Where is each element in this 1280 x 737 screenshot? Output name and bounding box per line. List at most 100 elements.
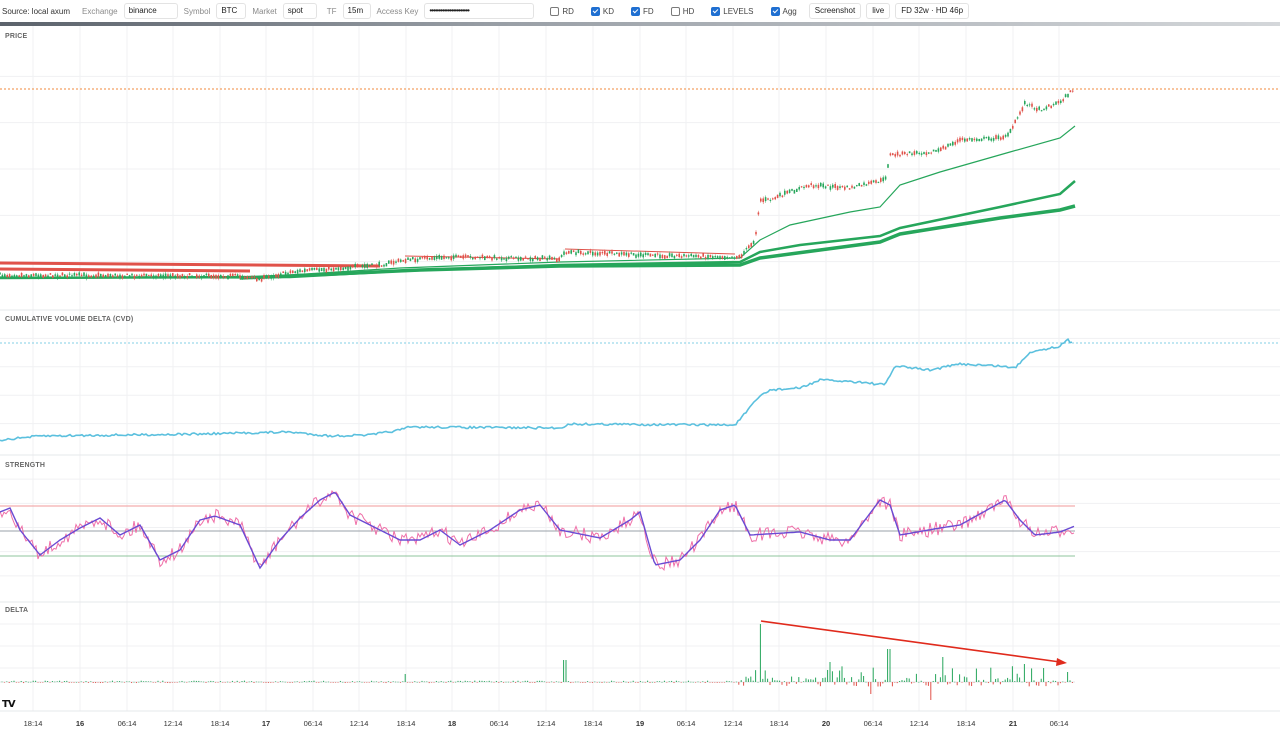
price-candle	[172, 273, 174, 277]
delta-bar	[392, 681, 394, 682]
price-candle	[577, 249, 580, 254]
price-candle	[217, 275, 220, 279]
price-candle	[392, 260, 395, 265]
chart-canvas[interactable]: 18:14 16 06:14 12:14 18:14 17 06:14 12:14 18:14 1…	[0, 26, 1280, 737]
toggle-agg[interactable]: Agg	[770, 6, 797, 16]
delta-bar	[503, 682, 505, 683]
price-candle	[599, 251, 601, 256]
price-candle	[193, 276, 196, 278]
price-candle	[1069, 90, 1072, 93]
price-candle	[1026, 104, 1028, 107]
exchange-input[interactable]: binance	[123, 3, 178, 19]
delta-bar	[255, 681, 257, 683]
price-candle	[954, 141, 956, 145]
delta-bar	[421, 680, 423, 682]
delta-bar	[815, 677, 817, 682]
delta-bar	[954, 681, 956, 683]
price-candle	[385, 263, 388, 267]
time-axis-label: 06:14	[490, 719, 509, 728]
delta-bar	[865, 681, 867, 683]
price-candle	[40, 274, 42, 277]
price-candle	[409, 258, 412, 261]
price-candle	[1052, 103, 1055, 106]
delta-panel[interactable]	[0, 620, 1075, 700]
screenshot-button[interactable]: Screenshot	[808, 3, 862, 19]
delta-bar	[920, 680, 922, 682]
delta-bar	[584, 682, 586, 683]
price-candle	[18, 275, 20, 277]
price-candle	[412, 257, 414, 260]
delta-bar	[599, 681, 601, 683]
delta-bar	[687, 680, 689, 682]
price-candle	[810, 183, 812, 186]
delta-bar	[925, 682, 927, 686]
live-button[interactable]: live	[866, 3, 891, 19]
price-candle	[601, 251, 604, 254]
timeframe-input[interactable]: 15m	[342, 3, 371, 19]
price-candle	[320, 267, 323, 272]
delta-bar	[721, 682, 723, 683]
toggle-kd[interactable]: KD	[590, 6, 614, 16]
price-candle	[450, 256, 452, 261]
price-candle	[697, 254, 700, 258]
delta-bar	[896, 682, 898, 684]
price-candle	[510, 256, 512, 258]
price-candle	[884, 176, 887, 180]
symbol-input[interactable]: BTC	[216, 3, 247, 19]
price-candle	[846, 185, 848, 188]
delta-bar	[277, 682, 279, 683]
price-candle	[428, 258, 431, 260]
delta-bar	[867, 682, 869, 687]
delta-bar	[630, 681, 632, 683]
delta-bar	[395, 681, 397, 683]
price-candle	[486, 255, 488, 258]
price-candle	[983, 136, 985, 139]
market-input[interactable]: spot	[282, 3, 317, 19]
price-candle	[467, 255, 469, 258]
delta-bar	[450, 680, 452, 682]
toggle-levels[interactable]: LEVELS	[711, 6, 754, 16]
toggle-hd[interactable]: HD	[670, 6, 694, 16]
price-candle	[587, 251, 589, 255]
toggle-rd[interactable]: RD	[550, 6, 574, 16]
delta-bar	[704, 682, 706, 684]
price-candle	[613, 253, 616, 255]
price-candle	[244, 277, 246, 279]
price-candle	[726, 256, 728, 259]
delta-bar	[294, 681, 296, 683]
price-candle	[508, 256, 510, 259]
delta-bar	[985, 681, 987, 683]
delta-bar	[1016, 673, 1018, 682]
price-candle	[356, 264, 359, 267]
price-candle	[155, 275, 157, 279]
delta-bar	[990, 667, 992, 682]
price-candle	[556, 258, 558, 263]
delta-bar	[462, 681, 464, 683]
delta-bar	[135, 682, 137, 684]
delta-bar	[1055, 680, 1057, 682]
price-candle	[971, 138, 973, 142]
delta-bar	[577, 681, 579, 683]
access-key-input[interactable]: ••••••••••••••••••••••	[424, 3, 535, 19]
price-candle	[236, 274, 239, 278]
price-candle	[906, 154, 908, 156]
price-candle	[176, 274, 179, 278]
price-candle	[541, 255, 544, 260]
price-candle	[268, 275, 270, 278]
price-candle	[776, 194, 779, 198]
price-candle	[116, 275, 119, 277]
price-candle	[529, 257, 532, 261]
toggle-fd[interactable]: FD	[631, 6, 654, 16]
price-candle	[911, 153, 913, 156]
delta-bar	[913, 682, 915, 683]
delta-bar	[1038, 682, 1040, 686]
price-candle	[73, 273, 76, 276]
price-candle	[757, 212, 760, 215]
price-candle	[481, 254, 484, 258]
price-candle	[1031, 103, 1033, 107]
status-badge: FD 32w · HD 46p	[895, 3, 970, 19]
delta-bar	[411, 682, 413, 683]
delta-bar	[891, 682, 893, 687]
price-candle	[184, 275, 186, 278]
delta-bar	[258, 681, 260, 683]
